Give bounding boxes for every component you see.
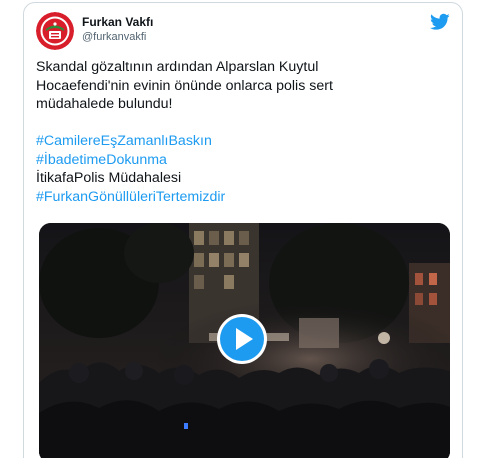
tweet-text-line: müdahalede bulundu! bbox=[36, 96, 173, 112]
author-display-name[interactable]: Furkan Vakfı bbox=[82, 15, 153, 30]
avatar[interactable] bbox=[36, 12, 74, 50]
tweet-text-line: Hocaefendi'nin evinin önünde onlarca pol… bbox=[36, 77, 333, 94]
hashtag-link[interactable]: #İbadetimeDokunma bbox=[36, 151, 450, 170]
twitter-bird-icon[interactable] bbox=[430, 13, 450, 31]
author-handle[interactable]: @furkanvakfi bbox=[82, 30, 153, 45]
author-names: Furkan Vakfı @furkanvakfi bbox=[82, 15, 153, 45]
video-player[interactable] bbox=[39, 223, 450, 458]
hashtag-link[interactable]: #CamilereEşZamanlıBaskın bbox=[36, 132, 450, 151]
tweet-card[interactable]: Furkan Vakfı @furkanvakfi Skandal gözalt… bbox=[23, 2, 463, 458]
hashtag-link[interactable]: #FurkanGönüllüleriTertemizdir bbox=[36, 188, 450, 207]
page: Furkan Vakfı @furkanvakfi Skandal gözalt… bbox=[0, 0, 484, 458]
furkan-vakfi-logo-icon bbox=[36, 12, 74, 50]
tweet-text-line: Skandal gözaltının ardından Alparslan Ku… bbox=[36, 59, 319, 75]
tweet-header: Furkan Vakfı @furkanvakfi bbox=[36, 11, 450, 51]
tweet-body: Skandal gözaltının ardından Alparslan Ku… bbox=[36, 58, 450, 206]
tweet-text-line: İtikafaPolis Müdahalesi bbox=[36, 170, 182, 186]
play-icon[interactable] bbox=[216, 313, 268, 365]
